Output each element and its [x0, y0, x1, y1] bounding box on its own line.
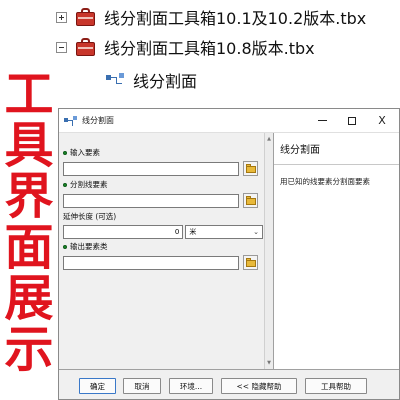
caption-char: 展	[4, 270, 54, 327]
catalog-item-tool[interactable]: 线分割面	[104, 68, 197, 92]
param-label: 分割线要素	[70, 180, 108, 189]
minimize-button[interactable]	[309, 109, 335, 132]
scroll-up-icon[interactable]: ▲	[265, 134, 273, 144]
script-tool-icon	[64, 115, 78, 127]
browse-split-features-button[interactable]	[243, 193, 258, 208]
dialog-footer: 确定 取消 环境... << 隐藏帮助 工具帮助	[59, 369, 399, 399]
toolbox-icon	[75, 37, 97, 57]
param-output-features: 输出要素类	[63, 241, 263, 270]
cancel-button[interactable]: 取消	[123, 378, 161, 394]
dialog-title: 线分割面	[82, 116, 114, 125]
tool-label: 线分割面	[133, 72, 198, 91]
help-body: 用已知的线要素分割面要素	[280, 177, 370, 186]
expand-toggle-icon[interactable]	[56, 11, 67, 23]
extend-length-field[interactable]: 0	[63, 225, 184, 239]
required-dot-icon	[63, 244, 67, 249]
input-features-field[interactable]	[63, 161, 239, 176]
maximize-button[interactable]	[339, 109, 365, 132]
chevron-down-icon: ⌄	[253, 228, 259, 236]
folder-icon	[246, 260, 256, 267]
required-dot-icon	[63, 150, 67, 155]
collapse-toggle-icon[interactable]	[56, 41, 67, 53]
param-label: 延伸长度 (可选)	[63, 212, 117, 221]
param-extend-length: 延伸长度 (可选) 0 米 ⌄	[63, 211, 263, 239]
unit-select[interactable]: 米 ⌄	[185, 225, 263, 239]
required-dot-icon	[63, 182, 67, 187]
caption-char: 界	[4, 168, 54, 225]
hide-help-button[interactable]: << 隐藏帮助	[221, 378, 297, 394]
vertical-caption: 工 具 界 面 展 示	[2, 69, 56, 375]
param-label: 输入要素	[70, 148, 100, 157]
browse-output-features-button[interactable]	[243, 255, 258, 270]
parameters-panel: 输入要素 分割线要素 延伸长度 (可选) 0 米 ⌄ 输出要素类 ▲ ▼	[59, 133, 274, 369]
browse-input-features-button[interactable]	[243, 161, 258, 176]
toolbox-label: 线分割面工具箱10.8版本.tbx	[104, 39, 315, 58]
vertical-scrollbar[interactable]: ▲ ▼	[264, 133, 273, 369]
maximize-icon	[348, 116, 356, 125]
ok-button[interactable]: 确定	[79, 378, 116, 394]
unit-select-value: 米	[189, 228, 197, 236]
toolbox-icon	[75, 7, 97, 27]
script-tool-icon	[104, 71, 126, 89]
environments-button[interactable]: 环境...	[169, 378, 213, 394]
caption-char: 示	[4, 321, 54, 378]
tool-dialog: 线分割面 X 输入要素 分割线要素 延伸长度 (可选) 0 米 ⌄ 输出要素类 …	[58, 108, 400, 400]
param-label: 输出要素类	[70, 242, 108, 251]
help-title: 线分割面	[280, 145, 320, 156]
toolbox-label: 线分割面工具箱10.1及10.2版本.tbx	[104, 9, 367, 28]
catalog-item-toolbox-10-1[interactable]: 线分割面工具箱10.1及10.2版本.tbx	[56, 5, 366, 29]
close-icon: X	[378, 114, 386, 127]
catalog-item-toolbox-10-8[interactable]: 线分割面工具箱10.8版本.tbx	[56, 35, 315, 59]
dialog-titlebar[interactable]: 线分割面 X	[59, 109, 399, 133]
scroll-down-icon[interactable]: ▼	[265, 358, 273, 368]
caption-char: 面	[4, 219, 54, 276]
caption-char: 具	[4, 117, 54, 174]
output-features-field[interactable]	[63, 255, 239, 270]
folder-icon	[246, 166, 256, 173]
help-divider	[274, 164, 399, 165]
split-features-field[interactable]	[63, 193, 239, 208]
close-button[interactable]: X	[369, 109, 395, 132]
param-input-features: 输入要素	[63, 147, 263, 176]
caption-char: 工	[4, 66, 54, 123]
tool-help-button[interactable]: 工具帮助	[305, 378, 367, 394]
param-split-features: 分割线要素	[63, 179, 263, 208]
help-panel: 线分割面 用已知的线要素分割面要素	[274, 133, 399, 369]
minimize-icon	[317, 120, 327, 121]
folder-icon	[246, 198, 256, 205]
